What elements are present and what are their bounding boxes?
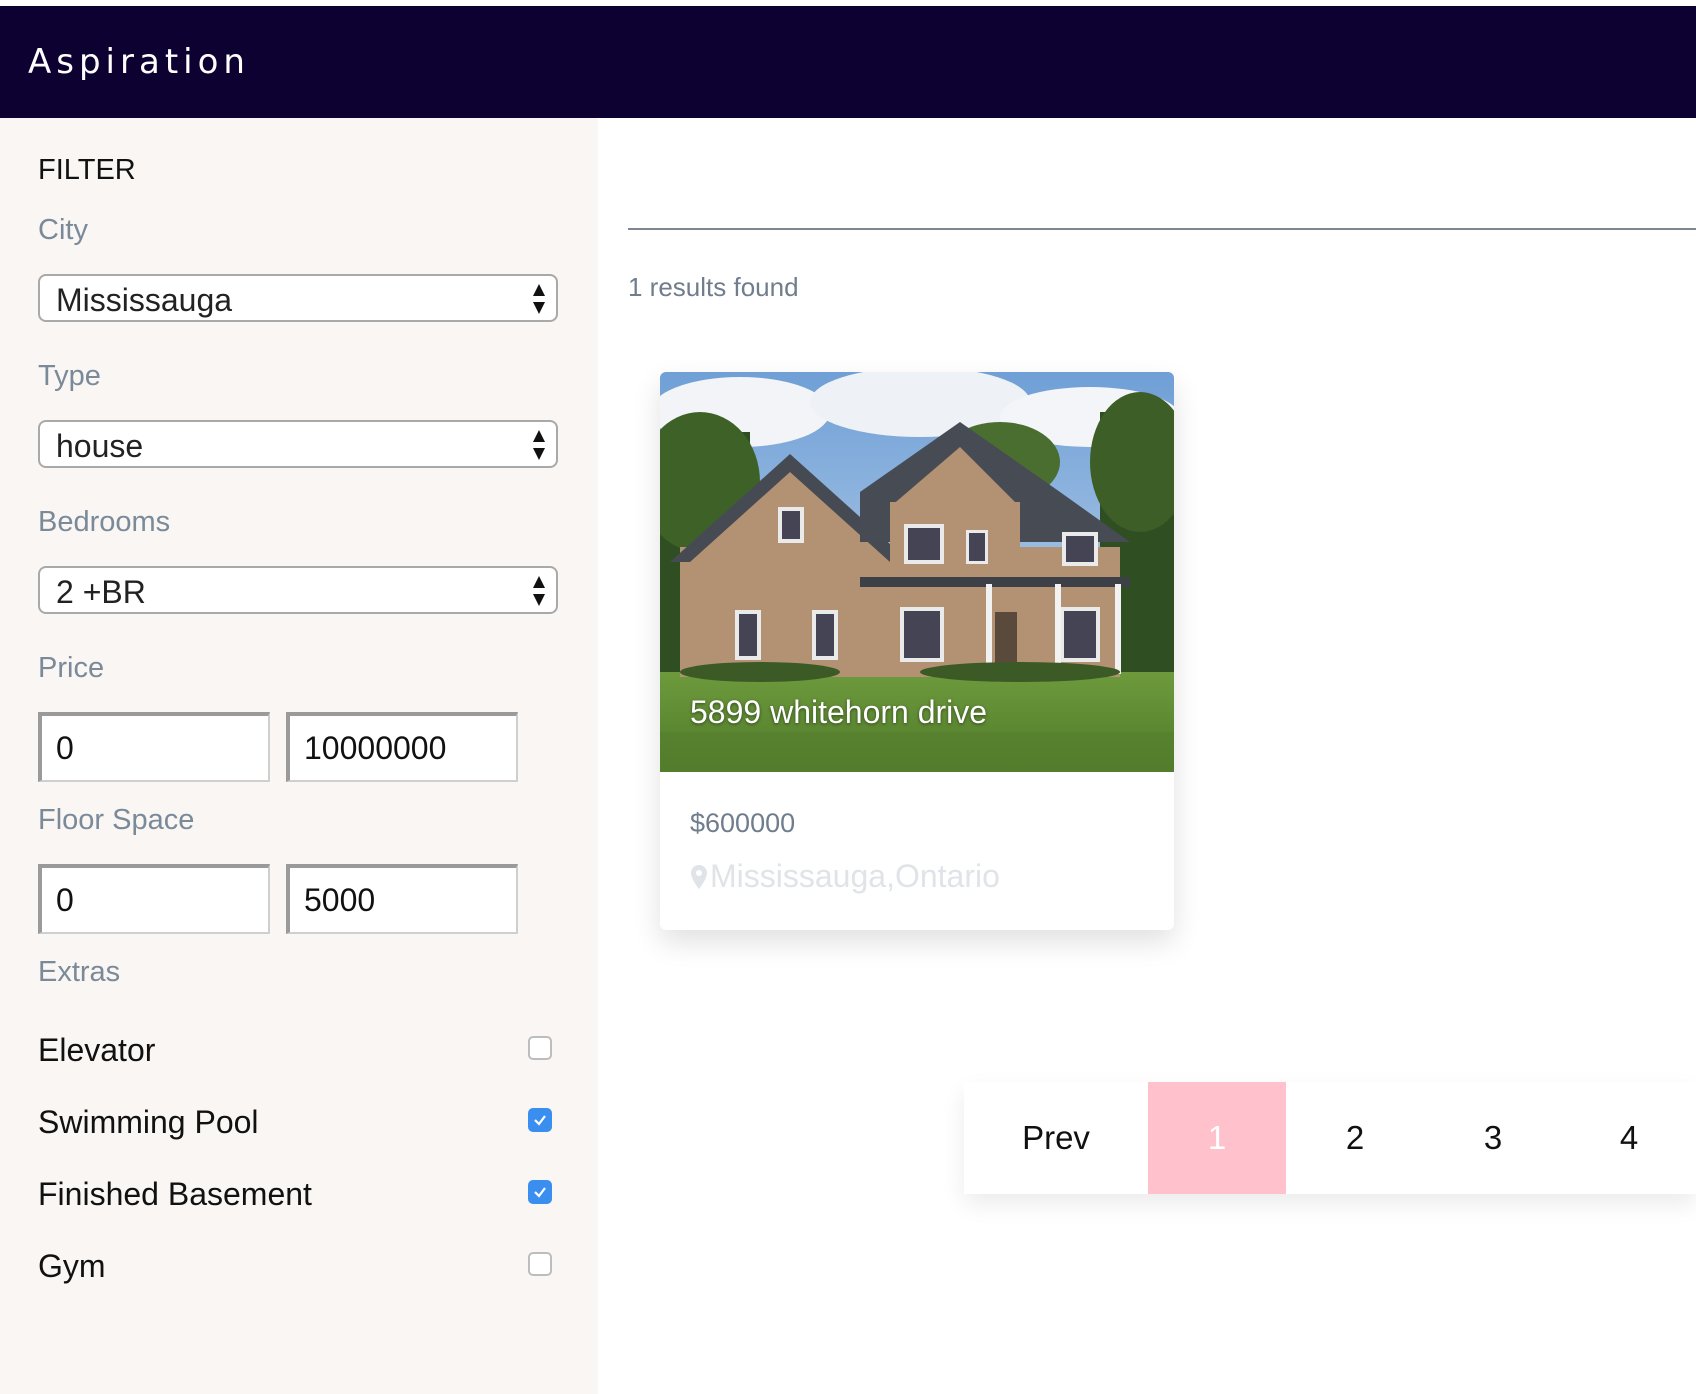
- extras-label: Extras: [38, 956, 121, 988]
- elevator-checkbox[interactable]: [528, 1036, 552, 1060]
- swimming-pool-checkbox[interactable]: [528, 1108, 552, 1132]
- price-max-value: 10000000: [304, 730, 447, 766]
- select-arrows-icon: [533, 430, 545, 460]
- type-select[interactable]: house: [38, 420, 558, 468]
- pagination: Prev 1 2 3 4: [964, 1082, 1696, 1194]
- top-navbar: Aspiration: [0, 6, 1696, 118]
- listing-price: $600000: [690, 808, 796, 838]
- price-min-value: 0: [56, 730, 74, 766]
- price-min-input[interactable]: 0: [38, 712, 270, 782]
- page-3-button[interactable]: 3: [1424, 1082, 1562, 1194]
- filter-sidebar: FILTER City Mississauga Type house Bedro…: [0, 118, 598, 1394]
- check-icon: [534, 1187, 546, 1198]
- extra-finished-basement-label: Finished Basement: [38, 1176, 312, 1212]
- page-2-button[interactable]: 2: [1286, 1082, 1424, 1194]
- gym-checkbox[interactable]: [528, 1252, 552, 1276]
- finished-basement-checkbox[interactable]: [528, 1180, 552, 1204]
- page-1-button[interactable]: 1: [1148, 1082, 1286, 1194]
- type-select-value: house: [56, 428, 144, 464]
- filter-title: FILTER: [38, 154, 136, 186]
- results-count: 1 results found: [628, 272, 799, 302]
- extra-swimming-pool-label: Swimming Pool: [38, 1104, 259, 1140]
- bedrooms-select[interactable]: 2 +BR: [38, 566, 558, 614]
- bedrooms-label: Bedrooms: [38, 506, 171, 538]
- city-select-value: Mississauga: [56, 282, 233, 318]
- map-pin-icon: [691, 864, 707, 889]
- floor-space-max-input[interactable]: 5000: [286, 864, 518, 934]
- price-max-input[interactable]: 10000000: [286, 712, 518, 782]
- select-arrows-icon: [533, 576, 545, 606]
- prev-page-button[interactable]: Prev: [964, 1082, 1148, 1194]
- brand-logo[interactable]: Aspiration: [28, 42, 250, 82]
- listing-location: Mississauga,Ontario: [690, 858, 1000, 895]
- floor-space-label: Floor Space: [38, 804, 195, 836]
- extra-elevator-label: Elevator: [38, 1032, 156, 1068]
- page-4-button[interactable]: 4: [1562, 1082, 1696, 1194]
- divider: [628, 228, 1696, 230]
- city-label: City: [38, 214, 88, 246]
- check-icon: [534, 1115, 546, 1126]
- floor-space-max-value: 5000: [304, 882, 376, 918]
- listing-card[interactable]: 5899 whitehorn drive $600000 Mississauga…: [660, 372, 1174, 930]
- bedrooms-select-value: 2 +BR: [56, 574, 146, 610]
- select-arrows-icon: [533, 284, 545, 314]
- listing-location-text: Mississauga,Ontario: [710, 858, 1000, 894]
- floor-space-min-input[interactable]: 0: [38, 864, 270, 934]
- extra-gym-label: Gym: [38, 1248, 106, 1284]
- city-select[interactable]: Mississauga: [38, 274, 558, 322]
- type-label: Type: [38, 360, 101, 392]
- listing-address[interactable]: 5899 whitehorn drive: [690, 694, 987, 731]
- price-label: Price: [38, 652, 105, 684]
- floor-space-min-value: 0: [56, 882, 74, 918]
